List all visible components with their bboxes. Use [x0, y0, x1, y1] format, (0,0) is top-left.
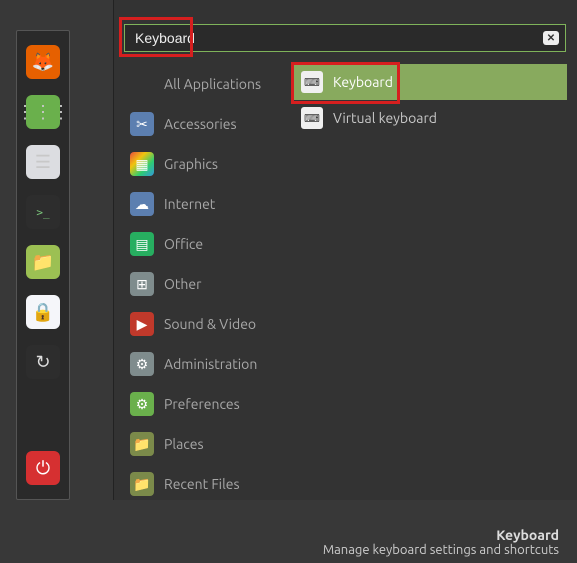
- result-label: Virtual keyboard: [333, 110, 437, 126]
- category-internet[interactable]: ☁ Internet: [124, 184, 284, 224]
- firefox-icon[interactable]: 🦊: [26, 45, 60, 79]
- hover-hint: Keyboard Manage keyboard settings and sh…: [323, 527, 559, 557]
- category-administration[interactable]: ⚙ Administration: [124, 344, 284, 384]
- preferences-icon: ⚙: [130, 392, 154, 416]
- category-sound-video[interactable]: ▶ Sound & Video: [124, 304, 284, 344]
- category-label: Office: [164, 236, 203, 252]
- update-icon[interactable]: ↻: [26, 345, 60, 379]
- result-keyboard[interactable]: ⌨ Keyboard: [291, 64, 567, 100]
- category-label: Other: [164, 276, 201, 292]
- search-field-wrap[interactable]: ✕: [124, 24, 566, 52]
- search-results: ⌨ Keyboard ⌨ Virtual keyboard: [291, 64, 567, 136]
- search-input[interactable]: [131, 28, 543, 48]
- category-places[interactable]: 📁 Places: [124, 424, 284, 464]
- other-icon: ⊞: [130, 272, 154, 296]
- power-icon[interactable]: ⏻: [26, 451, 60, 485]
- sound-video-icon: ▶: [130, 312, 154, 336]
- applications-menu: ✕ All Applications ✂ Accessories ▦ Graphics ☁…: [113, 0, 577, 500]
- category-recent-files[interactable]: 📁 Recent Files: [124, 464, 284, 504]
- graphics-icon: ▦: [130, 152, 154, 176]
- result-virtual-keyboard[interactable]: ⌨ Virtual keyboard: [291, 100, 567, 136]
- apps-icon[interactable]: ⋮⋮⋮: [26, 95, 60, 129]
- category-label: Administration: [164, 356, 257, 372]
- category-list: All Applications ✂ Accessories ▦ Graphics ☁ In…: [124, 64, 284, 504]
- administration-icon: ⚙: [130, 352, 154, 376]
- taskbar: 🦊 ⋮⋮⋮ ☰ >_ 📁 🔒 ↻ ⏻: [16, 30, 70, 500]
- category-all-applications[interactable]: All Applications: [124, 64, 284, 104]
- places-icon: 📁: [130, 432, 154, 456]
- category-office[interactable]: ▤ Office: [124, 224, 284, 264]
- category-label: Sound & Video: [164, 316, 256, 332]
- result-label: Keyboard: [333, 74, 393, 90]
- keyboard-icon: ⌨: [301, 71, 323, 93]
- category-label: Recent Files: [164, 476, 240, 492]
- category-preferences[interactable]: ⚙ Preferences: [124, 384, 284, 424]
- hint-title: Keyboard: [323, 527, 559, 543]
- category-label: Preferences: [164, 396, 240, 412]
- category-label: Accessories: [164, 116, 237, 132]
- terminal-icon[interactable]: >_: [26, 195, 60, 229]
- recent-files-icon: 📁: [130, 472, 154, 496]
- office-icon: ▤: [130, 232, 154, 256]
- accessories-icon: ✂: [130, 112, 154, 136]
- folder-icon[interactable]: 📁: [26, 245, 60, 279]
- category-label: All Applications: [164, 76, 261, 92]
- category-graphics[interactable]: ▦ Graphics: [124, 144, 284, 184]
- keyboard-icon: ⌨: [301, 107, 323, 129]
- category-label: Graphics: [164, 156, 218, 172]
- category-label: Internet: [164, 196, 215, 212]
- category-other[interactable]: ⊞ Other: [124, 264, 284, 304]
- category-label: Places: [164, 436, 204, 452]
- internet-icon: ☁: [130, 192, 154, 216]
- category-accessories[interactable]: ✂ Accessories: [124, 104, 284, 144]
- lock-icon[interactable]: 🔒: [26, 295, 60, 329]
- files-icon[interactable]: ☰: [26, 145, 60, 179]
- clear-search-icon[interactable]: ✕: [543, 31, 559, 45]
- all-applications-icon: [130, 72, 154, 96]
- hint-description: Manage keyboard settings and shortcuts: [323, 543, 559, 557]
